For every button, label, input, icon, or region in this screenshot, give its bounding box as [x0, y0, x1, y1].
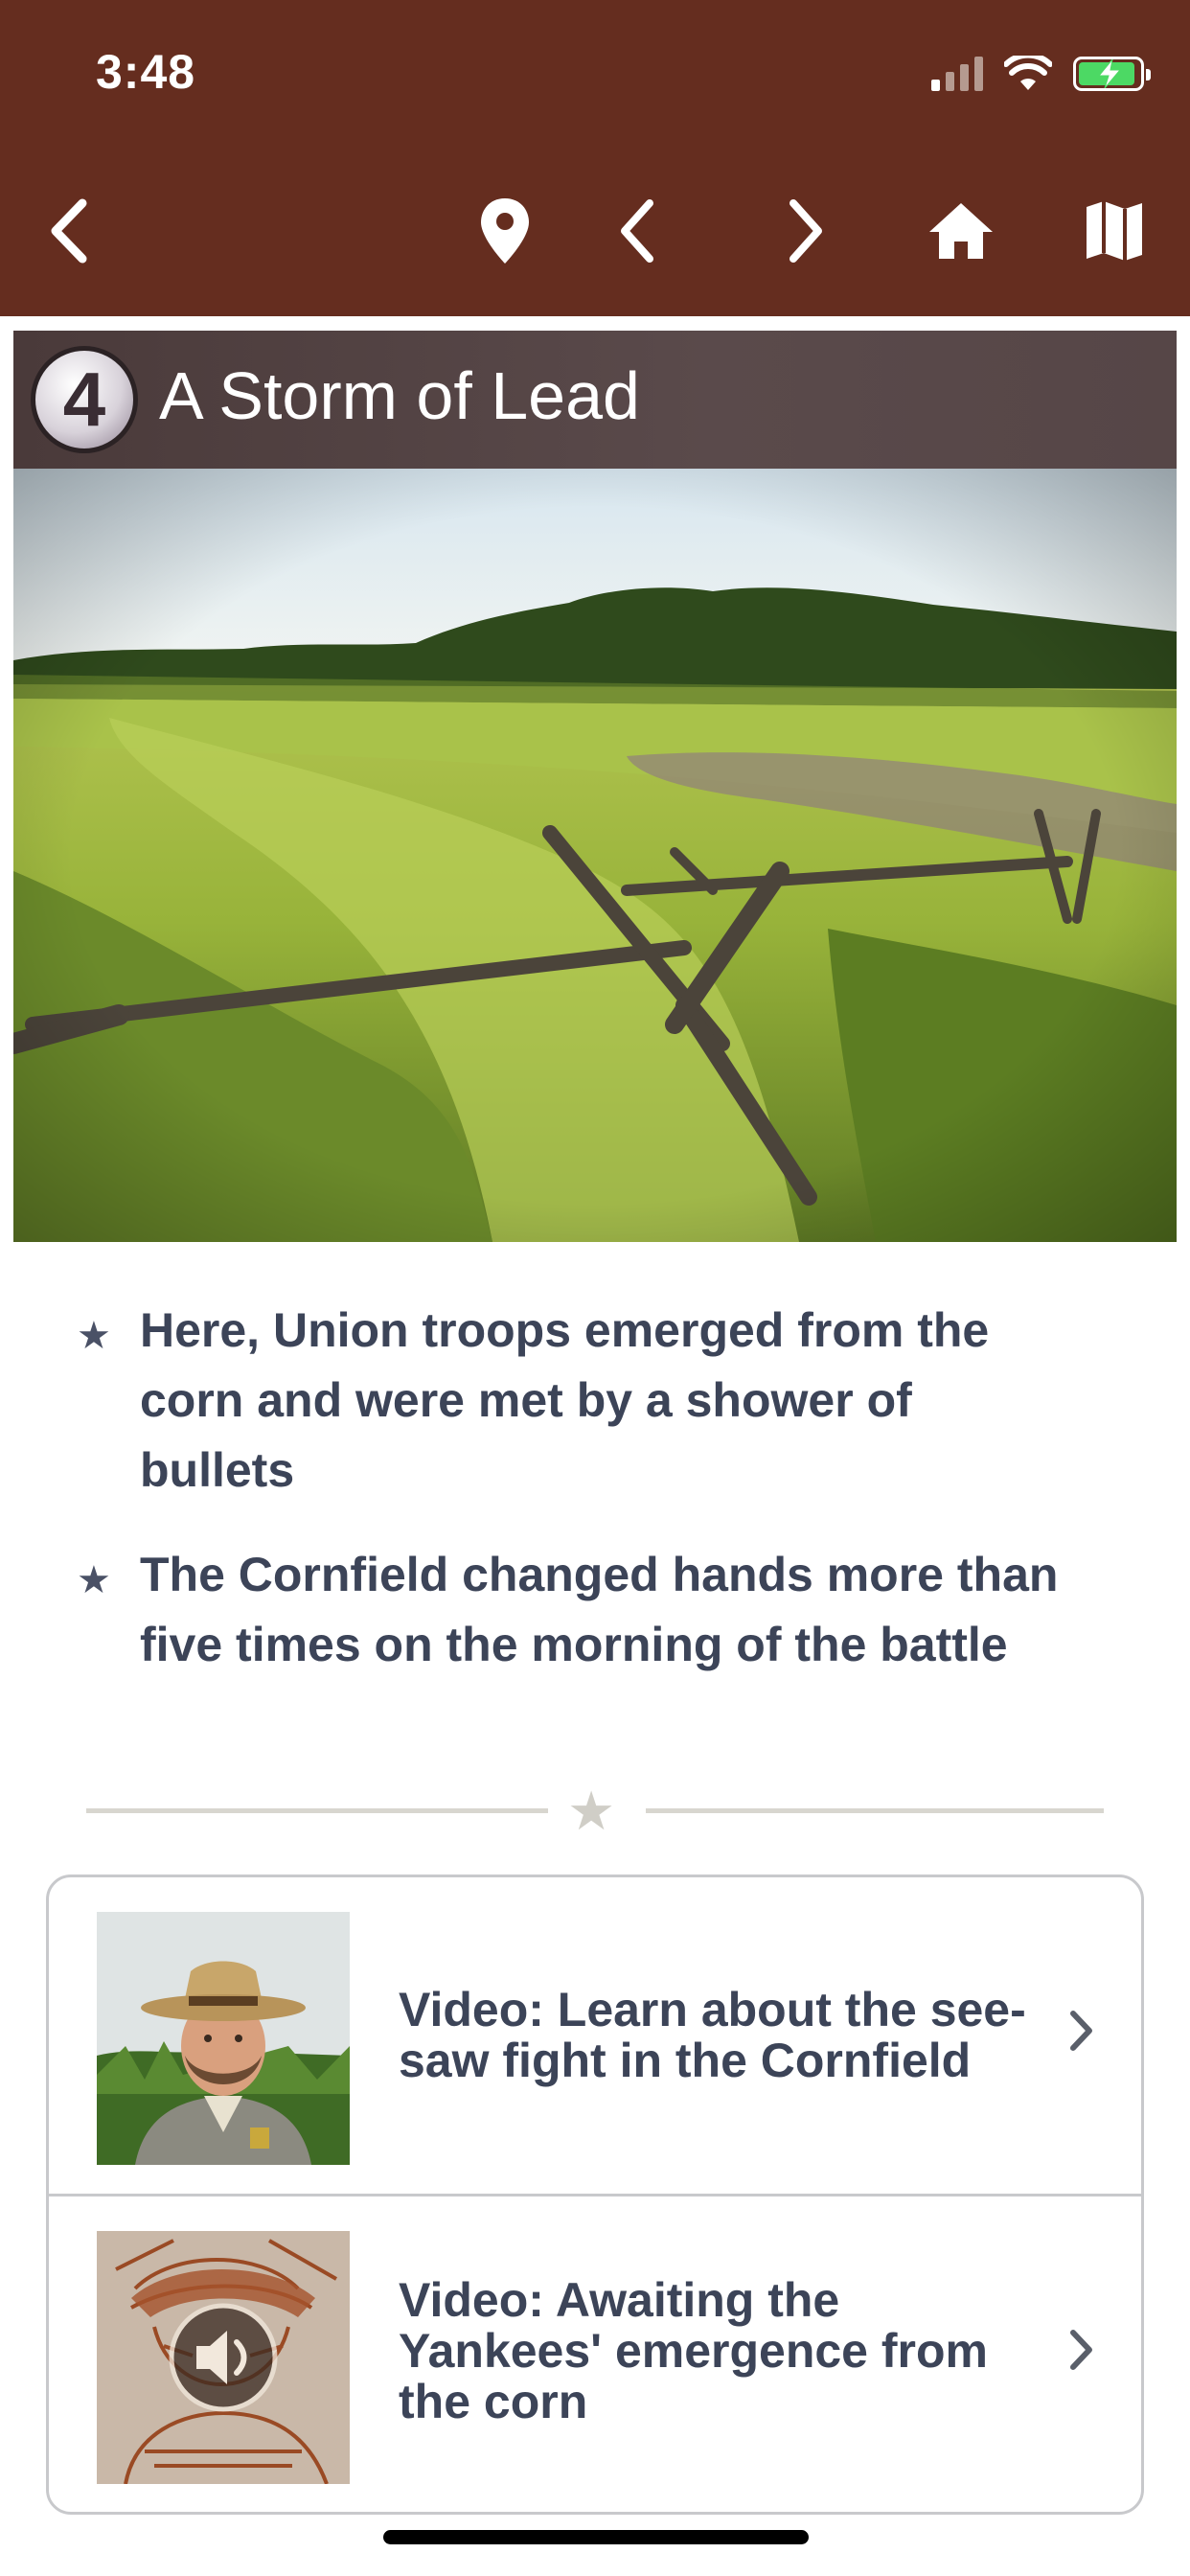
- status-time: 3:48: [96, 45, 196, 99]
- battery-icon: [1073, 57, 1151, 91]
- map-button[interactable]: [1071, 188, 1157, 274]
- media-row-video-awaiting-yankees[interactable]: Video: Awaiting the Yankees' emergence f…: [49, 2196, 1141, 2512]
- previous-stop-button[interactable]: [594, 188, 680, 274]
- status-icons: [931, 50, 1151, 98]
- bullet-text: Here, Union troops emerged from the corn…: [140, 1303, 990, 1497]
- location-button[interactable]: [462, 188, 548, 274]
- star-icon: ★: [567, 1781, 616, 1841]
- chevron-left-icon: [51, 198, 87, 264]
- map-pin-icon: [481, 198, 529, 264]
- soldier-sketch-thumbnail: [97, 2231, 350, 2484]
- top-bar: 3:48: [0, 0, 1190, 316]
- key-points-list: ★ Here, Union troops emerged from the co…: [77, 1296, 1073, 1714]
- star-divider: ★: [86, 1782, 1104, 1840]
- home-icon: [929, 203, 993, 259]
- next-stop-button[interactable]: [763, 188, 849, 274]
- cornfield-photo: [13, 469, 1177, 1242]
- ranger-thumbnail: [97, 1912, 350, 2165]
- list-item: ★ The Cornfield changed hands more than …: [77, 1540, 1073, 1680]
- bullet-text: The Cornfield changed hands more than fi…: [140, 1548, 1059, 1671]
- wifi-icon: [1004, 56, 1052, 90]
- chevron-right-icon: [1070, 2330, 1092, 2370]
- back-button[interactable]: [27, 188, 113, 274]
- map-icon: [1087, 201, 1142, 261]
- page-title: A Storm of Lead: [159, 358, 640, 433]
- chevron-right-icon: [790, 199, 822, 263]
- home-indicator[interactable]: [383, 2530, 809, 2544]
- list-item: ★ Here, Union troops emerged from the co…: [77, 1296, 1073, 1506]
- media-row-video-see-saw[interactable]: Video: Learn about the see-saw fight in …: [49, 1877, 1141, 2196]
- stop-number-badge: 4: [31, 346, 138, 453]
- stop-title-bar: 4 A Storm of Lead: [13, 331, 1177, 469]
- media-card: Video: Learn about the see-saw fight in …: [46, 1874, 1144, 2515]
- chevron-right-icon: [1070, 2011, 1092, 2051]
- star-bullet-icon: ★: [77, 1315, 111, 1357]
- media-label: Video: Awaiting the Yankees' emergence f…: [399, 2273, 988, 2428]
- cellular-signal-icon: [931, 57, 983, 91]
- chevron-left-icon: [621, 199, 653, 263]
- star-bullet-icon: ★: [77, 1559, 111, 1601]
- home-button[interactable]: [918, 188, 1004, 274]
- media-label: Video: Learn about the see-saw fight in …: [399, 1983, 1026, 2087]
